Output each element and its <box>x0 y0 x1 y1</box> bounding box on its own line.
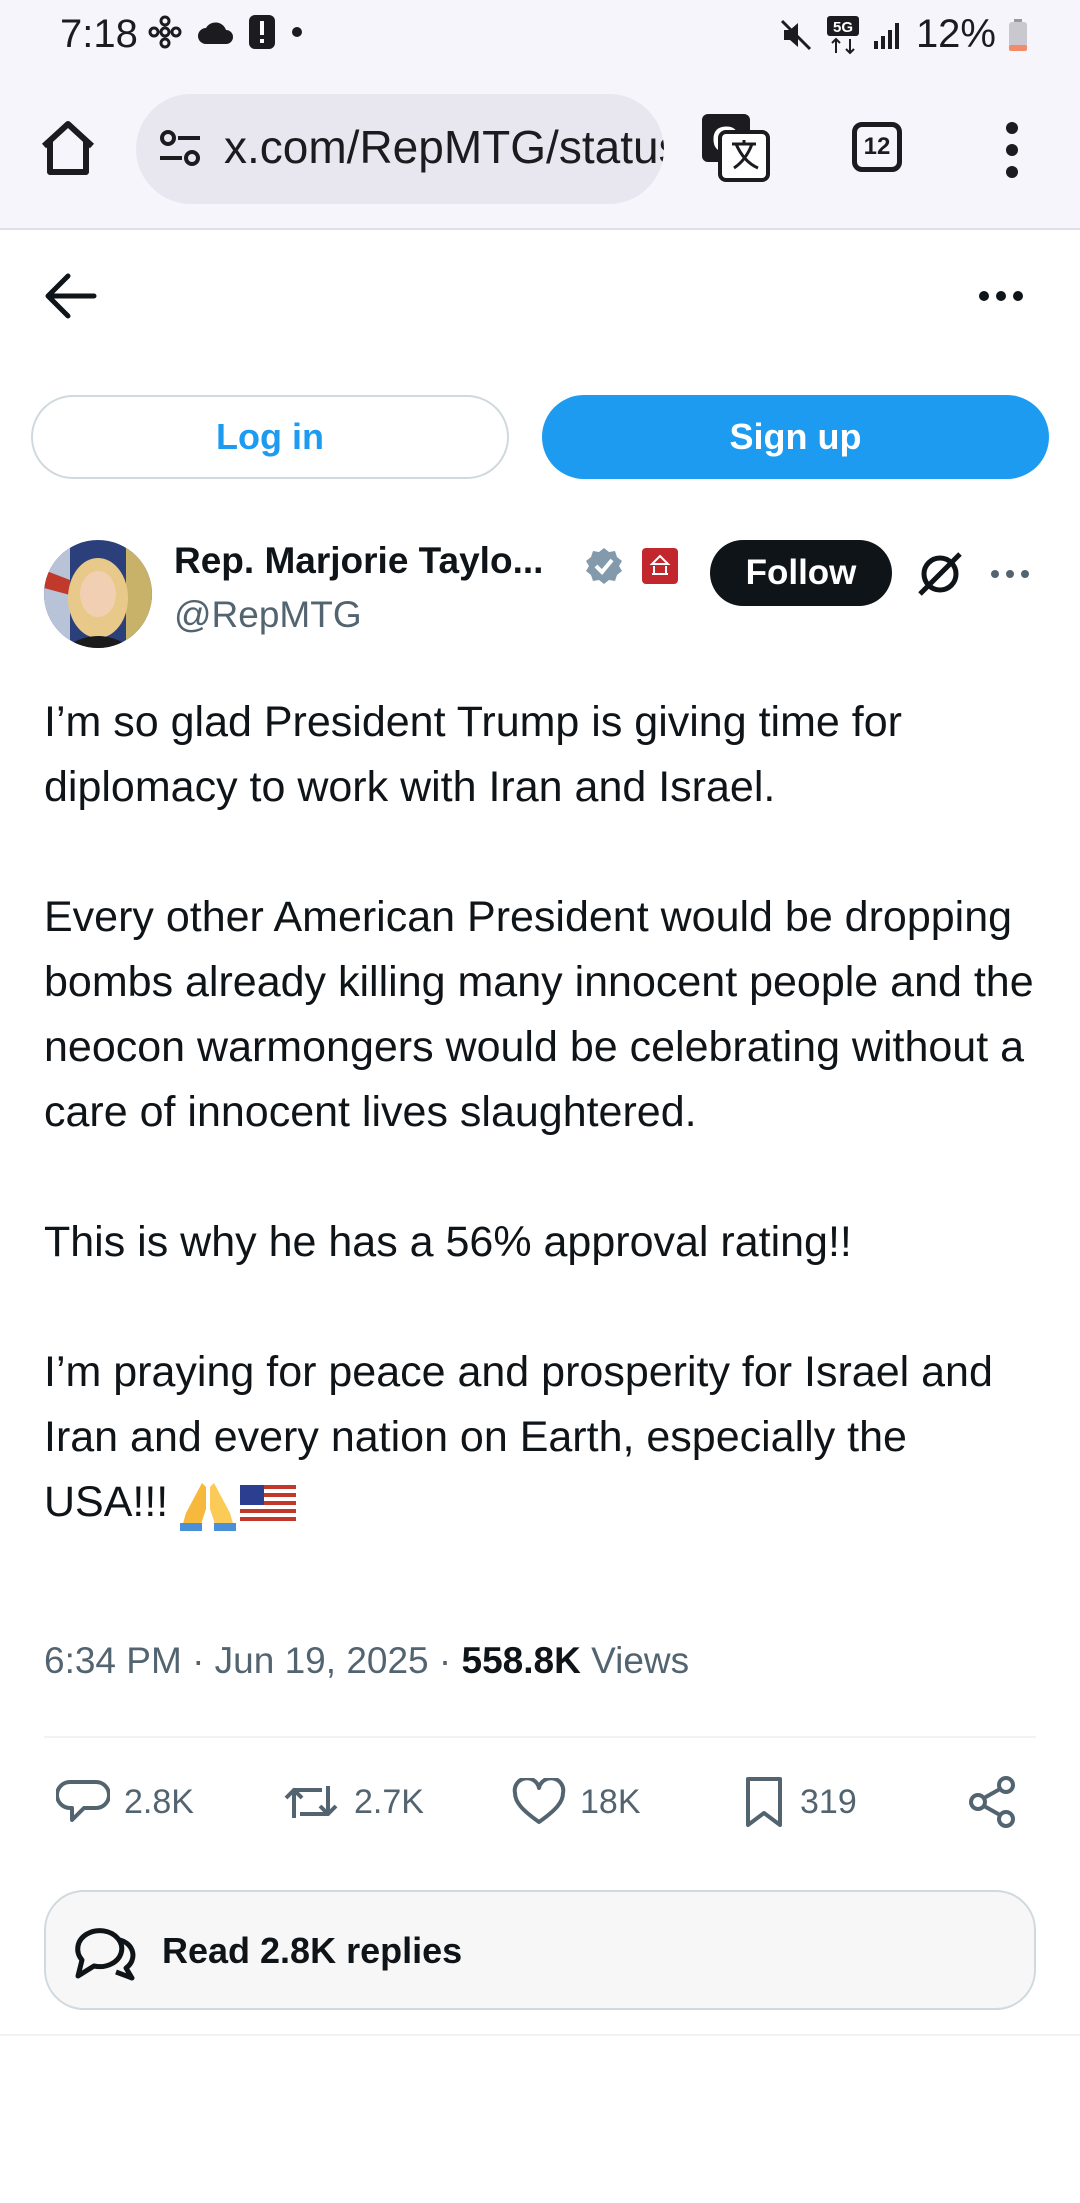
browser-toolbar: x.com/RepMTG/status G 12 <box>0 70 1080 230</box>
cloud-icon <box>198 22 233 44</box>
battery-percentage: 12% <box>915 12 996 56</box>
more-options-icon[interactable] <box>978 282 1024 310</box>
address-bar[interactable]: x.com/RepMTG/status <box>136 94 664 204</box>
divider <box>44 1736 1036 1738</box>
home-icon[interactable] <box>36 116 100 180</box>
verified-badge-icon <box>586 548 622 584</box>
replies-icon <box>75 1928 136 1981</box>
tweet-paragraph: I’m so glad President Trump is giving ti… <box>44 698 902 811</box>
translate-icon[interactable]: G <box>700 112 770 182</box>
mute-icon <box>780 19 811 50</box>
avatar-photo <box>44 540 152 648</box>
author-name[interactable]: Rep. Marjorie Taylo... <box>174 540 543 582</box>
signal-icon <box>873 22 899 49</box>
log-in-button[interactable]: Log in <box>31 395 509 479</box>
battery-icon <box>1009 18 1027 51</box>
svg-text:5G: 5G <box>833 19 853 36</box>
tweet-meta: 6:34 PM · Jun 19, 2025 · 558.8K Views <box>44 1640 689 1682</box>
praying-hands-icon <box>180 1482 237 1531</box>
reply-icon <box>56 1780 110 1822</box>
divider <box>0 2034 1080 2036</box>
bookmark-button[interactable]: 319 <box>742 1772 857 1832</box>
share-icon <box>969 1776 1015 1828</box>
share-button[interactable] <box>966 1772 1018 1832</box>
dot-icon <box>292 27 302 37</box>
repost-icon <box>284 1786 338 1818</box>
tweet-paragraph: I’m praying for peace and prosperity for… <box>44 1340 1034 1535</box>
follow-button[interactable]: Follow <box>710 540 892 606</box>
reply-button[interactable]: 2.8K <box>56 1772 194 1832</box>
browser-menu-icon[interactable] <box>1000 120 1024 180</box>
repost-count: 2.7K <box>354 1782 424 1821</box>
author-handle[interactable]: @RepMTG <box>174 594 362 636</box>
avatar[interactable] <box>44 540 152 648</box>
tweet-paragraph: This is why he has a 56% approval rating… <box>44 1218 852 1266</box>
post-more-icon[interactable] <box>990 566 1030 582</box>
views-count: 558.8K <box>461 1640 581 1681</box>
status-time: 7:18 <box>60 12 138 56</box>
tweet-paragraph: Every other American President would be … <box>44 893 1034 1136</box>
alert-icon <box>249 15 275 49</box>
read-replies-button[interactable]: Read 2.8K replies <box>44 1890 1036 2010</box>
us-flag-icon <box>240 1484 297 1525</box>
tab-switcher-button[interactable]: 12 <box>852 122 902 172</box>
status-bar: 7:18 5G 12% <box>0 0 1080 70</box>
bookmark-count: 319 <box>800 1782 857 1821</box>
heart-icon <box>512 1778 566 1824</box>
like-count: 18K <box>580 1782 641 1821</box>
repost-button[interactable]: 2.7K <box>282 1772 424 1832</box>
site-settings-icon[interactable] <box>158 128 202 168</box>
bookmark-icon <box>746 1777 782 1827</box>
like-button[interactable]: 18K <box>512 1772 641 1832</box>
url-text: x.com/RepMTG/status <box>224 121 664 173</box>
tweet-timestamp[interactable]: 6:34 PM · Jun 19, 2025 · <box>44 1640 462 1681</box>
back-arrow-icon[interactable] <box>44 272 98 320</box>
affiliation-badge-icon <box>642 548 678 584</box>
network-5g-icon: 5G <box>826 15 859 54</box>
tweet-text: I’m so glad President Trump is giving ti… <box>44 690 1034 1535</box>
reply-count: 2.8K <box>124 1782 194 1821</box>
read-replies-label: Read 2.8K replies <box>162 1930 463 1971</box>
grok-icon[interactable] <box>916 550 964 598</box>
sign-up-button[interactable]: Sign up <box>542 395 1049 479</box>
views-label: Views <box>580 1640 690 1681</box>
flower-icon <box>148 15 182 49</box>
